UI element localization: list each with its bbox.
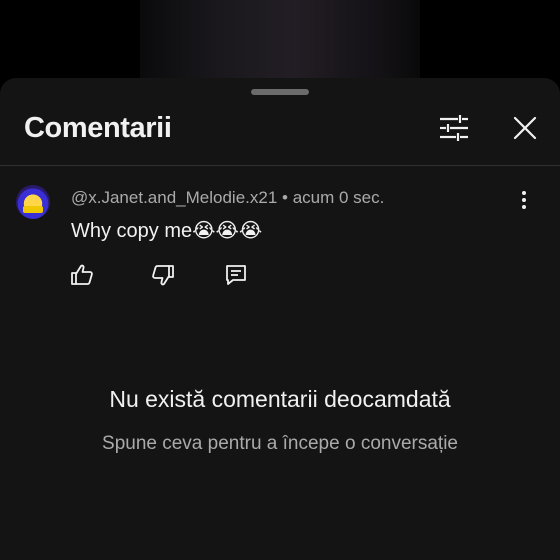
avatar-badge	[23, 206, 43, 213]
thumb-up-icon	[70, 263, 94, 292]
reply-button[interactable]	[223, 264, 249, 290]
filter-button[interactable]	[436, 114, 472, 146]
video-frame	[140, 0, 420, 78]
comment-reply-icon	[224, 263, 248, 292]
comment-author[interactable]: @x.Janet.and_Melodie.x21	[71, 188, 277, 207]
comments-sheet: Comentarii @x.Janet.and_Melodie.x21 • ac…	[0, 78, 560, 560]
drag-handle[interactable]	[251, 89, 309, 95]
sliders-icon	[439, 114, 469, 146]
video-background	[0, 0, 560, 78]
more-vertical-icon	[521, 190, 527, 215]
thumb-down-icon	[151, 263, 175, 292]
empty-state-subtitle: Spune ceva pentru a începe o conversație	[102, 433, 458, 454]
sheet-title: Comentarii	[24, 112, 172, 144]
like-button[interactable]	[69, 264, 95, 290]
comment-more-button[interactable]	[510, 188, 538, 216]
comment-time: acum 0 sec.	[292, 188, 385, 207]
close-icon	[513, 116, 537, 145]
empty-state-title: Nu există comentarii deocamdată	[109, 386, 451, 412]
meta-separator: •	[282, 188, 288, 207]
close-button[interactable]	[509, 114, 541, 146]
header-divider	[0, 165, 560, 166]
avatar[interactable]	[16, 185, 50, 219]
comment-text: Why copy me😭😭😭	[71, 220, 263, 242]
comment-meta: @x.Janet.and_Melodie.x21 • acum 0 sec.	[71, 188, 384, 208]
dislike-button[interactable]	[150, 264, 176, 290]
